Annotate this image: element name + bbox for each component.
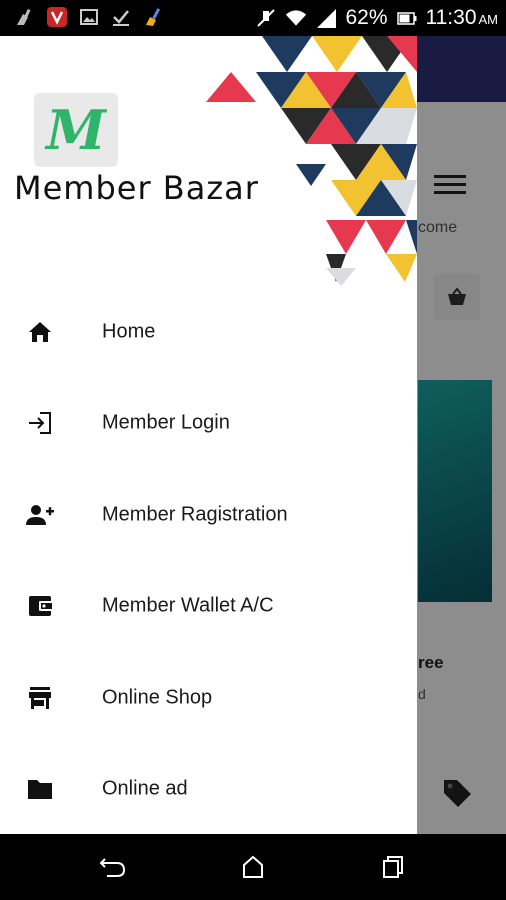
clock-ampm: AM xyxy=(478,12,499,27)
menu-item-home[interactable]: Home xyxy=(0,286,417,378)
menu-item-label: Home xyxy=(102,320,156,343)
system-nav-bar xyxy=(0,834,506,900)
menu-item-member-wallet[interactable]: Member Wallet A/C xyxy=(0,561,417,653)
wallet-icon xyxy=(25,591,55,621)
menu-item-online-ad[interactable]: Online ad xyxy=(0,744,417,835)
store-icon xyxy=(25,683,55,713)
status-right: 62% 11:30 AM xyxy=(255,4,498,32)
drawer-menu: Home Member Login Member Ragistration Me… xyxy=(0,286,417,834)
image-icon xyxy=(78,6,100,28)
menu-item-member-login[interactable]: Member Login xyxy=(0,378,417,470)
back-icon[interactable] xyxy=(98,852,128,882)
signal-icon xyxy=(315,7,337,29)
check-icon xyxy=(110,6,132,28)
login-icon xyxy=(25,408,55,438)
folder-icon xyxy=(25,774,55,804)
home-nav-icon[interactable] xyxy=(238,852,268,882)
menu-item-online-shop[interactable]: Online Shop xyxy=(0,652,417,744)
menu-item-label: Online ad xyxy=(102,777,188,800)
drawer-header: M Member Bazar xyxy=(0,36,417,286)
status-bar: 62% 11:30 AM xyxy=(0,0,506,36)
battery-icon xyxy=(396,7,418,29)
clean-icon xyxy=(14,6,36,28)
battery-percent: 62% xyxy=(345,6,388,29)
menu-item-label: Member Login xyxy=(102,411,230,434)
wifi-icon xyxy=(285,7,307,29)
menu-item-label: Member Ragistration xyxy=(102,503,288,526)
add-person-icon xyxy=(25,500,55,530)
mute-icon xyxy=(255,7,277,29)
decorative-triangles xyxy=(206,36,417,286)
vivaldi-icon xyxy=(46,6,68,28)
navigation-drawer: M Member Bazar Home Member Login Member … xyxy=(0,36,417,834)
menu-item-member-registration[interactable]: Member Ragistration xyxy=(0,469,417,561)
clock: 11:30 AM xyxy=(426,6,499,30)
clock-time: 11:30 xyxy=(425,6,477,29)
broom-icon xyxy=(142,6,164,28)
menu-item-label: Online Shop xyxy=(102,686,213,709)
notification-icons xyxy=(14,6,164,28)
app-logo: M xyxy=(34,93,118,167)
menu-item-label: Member Wallet A/C xyxy=(102,594,274,617)
home-icon xyxy=(25,317,55,347)
logo-letter: M xyxy=(46,98,106,162)
recents-icon[interactable] xyxy=(378,852,408,882)
brand-name: Member Bazar xyxy=(14,169,259,207)
